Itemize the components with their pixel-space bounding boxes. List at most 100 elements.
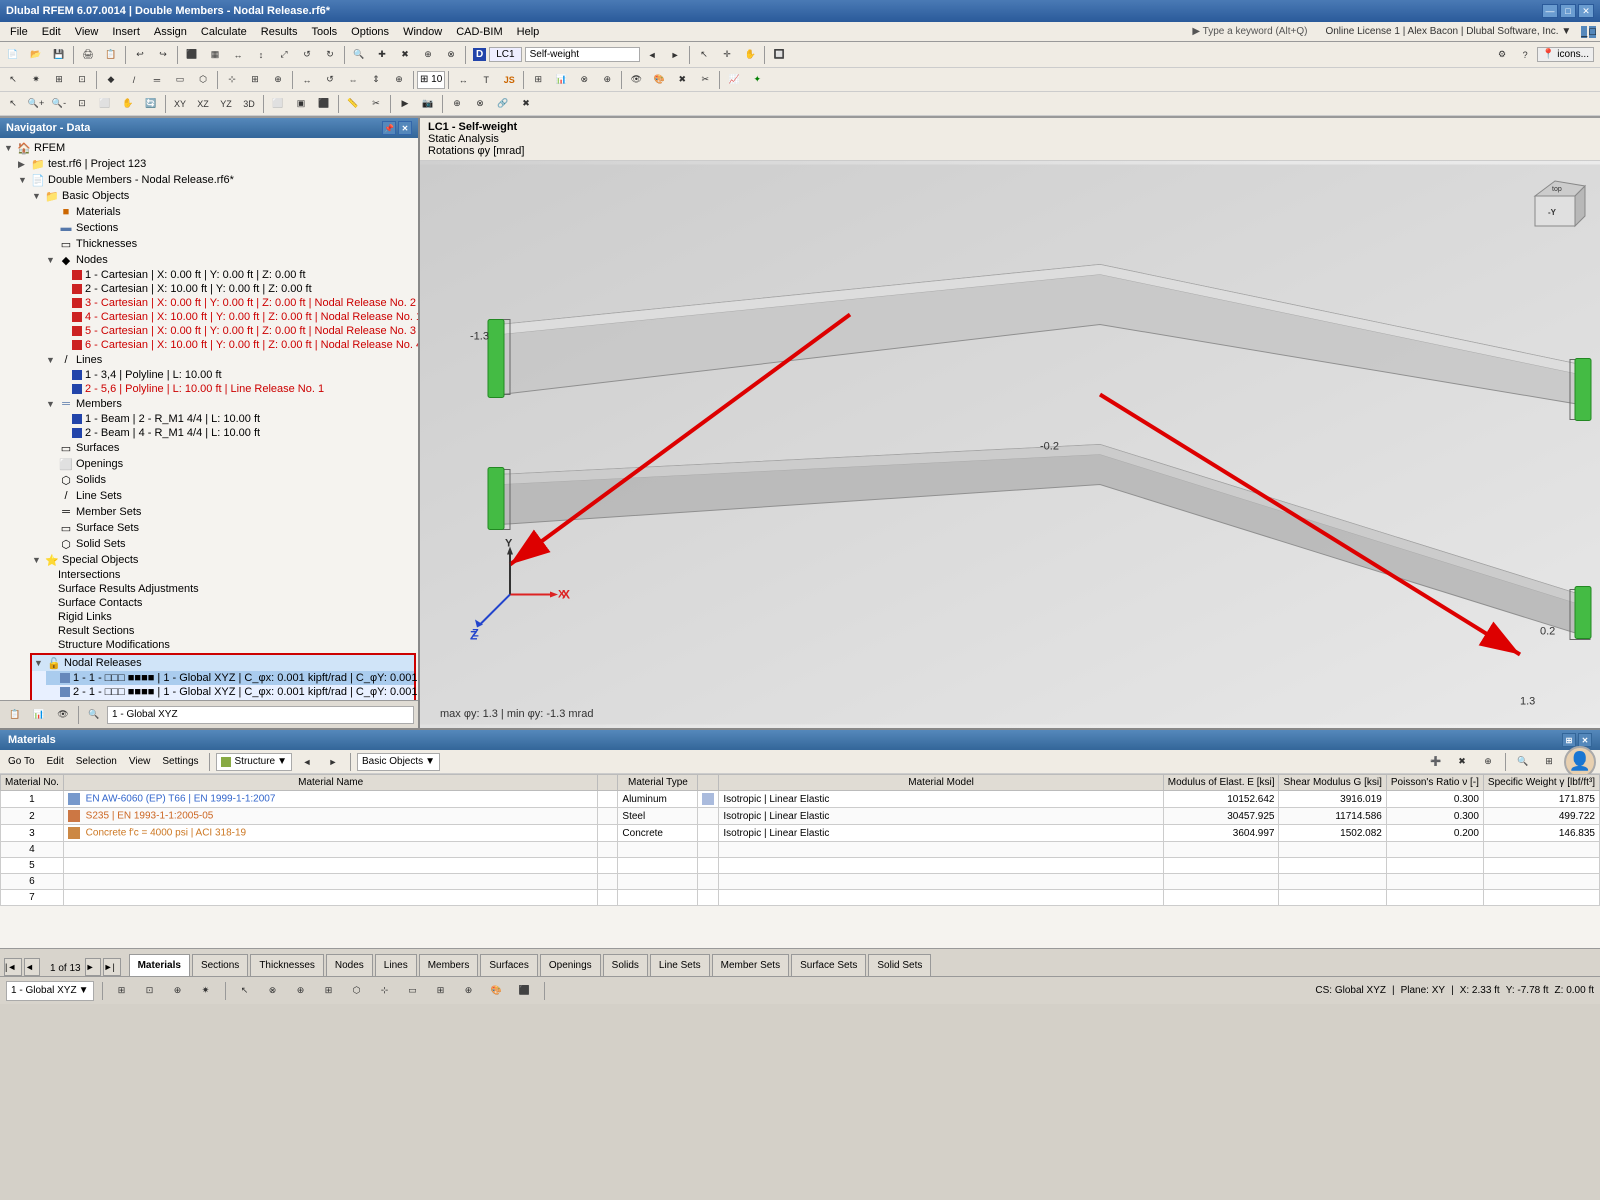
- nav-pin-button[interactable]: 📌: [382, 121, 396, 135]
- tb-btn5[interactable]: ⤢: [273, 44, 295, 66]
- tb3-screenshot[interactable]: 📷: [417, 93, 439, 115]
- tb3-paste-view[interactable]: ⊗: [469, 93, 491, 115]
- menu-insert[interactable]: Insert: [106, 24, 146, 40]
- tb2-line[interactable]: /: [123, 69, 145, 91]
- tb2-snap[interactable]: ⊕: [267, 69, 289, 91]
- tb-pan[interactable]: ✋: [739, 44, 761, 66]
- nav-data-btn[interactable]: 📋: [4, 704, 26, 726]
- menu-edit[interactable]: Edit: [36, 24, 67, 40]
- st-btn2[interactable]: ⊡: [139, 980, 161, 1002]
- tree-surf-contacts[interactable]: Surface Contacts: [44, 596, 416, 610]
- tree-node6[interactable]: 6 - Cartesian | X: 10.00 ft | Y: 0.00 ft…: [58, 338, 416, 352]
- tree-nodal-releases[interactable]: ▼ 🔓 Nodal Releases: [32, 655, 414, 671]
- tree-node3[interactable]: 3 - Cartesian | X: 0.00 ft | Y: 0.00 ft …: [58, 296, 416, 310]
- st-btn10[interactable]: ⊹: [374, 980, 396, 1002]
- tree-surf-results[interactable]: Surface Results Adjustments: [44, 582, 416, 596]
- tree-rigid-links[interactable]: Rigid Links: [44, 610, 416, 624]
- view-menu[interactable]: View: [125, 755, 155, 768]
- st-btn15[interactable]: ⬛: [514, 980, 536, 1002]
- tb3-animate[interactable]: ▶: [394, 93, 416, 115]
- tb-settings[interactable]: ⚙: [1491, 44, 1513, 66]
- tab-solid-sets[interactable]: Solid Sets: [868, 954, 931, 976]
- panel-float[interactable]: ⊞: [1562, 733, 1576, 747]
- bt-sort[interactable]: ⊞: [1538, 751, 1560, 773]
- tree-node2[interactable]: 2 - Cartesian | X: 10.00 ft | Y: 0.00 ft…: [58, 282, 416, 296]
- tab-line-sets[interactable]: Line Sets: [650, 954, 710, 976]
- tree-sections[interactable]: ▬ Sections: [44, 220, 416, 236]
- save-button[interactable]: 💾: [48, 44, 70, 66]
- tb3-zoom-all[interactable]: ⊡: [71, 93, 93, 115]
- nodes-toggle[interactable]: ▼: [46, 255, 58, 265]
- float-button[interactable]: _: [1581, 26, 1587, 38]
- bt-add[interactable]: ➕: [1425, 751, 1447, 773]
- structure-dropdown[interactable]: Structure ▼: [216, 753, 292, 771]
- tb3-render2[interactable]: ⬛: [313, 93, 335, 115]
- lc-prev[interactable]: ◄: [641, 44, 663, 66]
- tb-btn9[interactable]: ✚: [371, 44, 393, 66]
- menu-help[interactable]: Help: [511, 24, 546, 40]
- tb2-delete[interactable]: ✖: [671, 69, 693, 91]
- tree-thicknesses[interactable]: ▭ Thicknesses: [44, 236, 416, 252]
- tb2-btn1[interactable]: ↖: [2, 69, 24, 91]
- tb3-select[interactable]: ↖: [2, 93, 24, 115]
- tab-member-sets[interactable]: Member Sets: [712, 954, 789, 976]
- mem-toggle[interactable]: ▼: [46, 399, 58, 409]
- tree-nr1[interactable]: 1 - 1 - □□□ ■■■■ | 1 - Global XYZ | C_φx…: [46, 671, 414, 685]
- tree-nr2[interactable]: 2 - 1 - □□□ ■■■■ | 1 - Global XYZ | C_φx…: [46, 685, 414, 699]
- rfem-toggle[interactable]: ▼: [4, 143, 16, 153]
- tb3-pan[interactable]: ✋: [117, 93, 139, 115]
- view-canvas[interactable]: X Z -1.3 -0.2 0.2 1.3: [420, 161, 1600, 728]
- tb3-copy-view[interactable]: ⊕: [446, 93, 468, 115]
- tb3-link[interactable]: 🔗: [492, 93, 514, 115]
- tb2-rf-green[interactable]: ✦: [746, 69, 768, 91]
- tree-surface-sets[interactable]: ▭Surface Sets: [44, 520, 416, 536]
- tree-nodes[interactable]: ▼ ◆ Nodes: [44, 252, 416, 268]
- tb2-member[interactable]: ═: [146, 69, 168, 91]
- bt-prev[interactable]: ◄: [296, 751, 318, 773]
- tb2-mirror[interactable]: ⇔: [342, 69, 364, 91]
- table-row[interactable]: 2 S235 | EN 1993-1-1:2005-05 Steel Isotr…: [1, 808, 1600, 825]
- menu-results[interactable]: Results: [255, 24, 304, 40]
- tb-arrow[interactable]: ↖: [693, 44, 715, 66]
- close-button[interactable]: ✕: [1578, 4, 1594, 18]
- tb-help[interactable]: ?: [1514, 44, 1536, 66]
- tb3-zoom-out[interactable]: 🔍-: [48, 93, 70, 115]
- goto-menu[interactable]: Go To: [4, 755, 39, 768]
- bt-filter[interactable]: 🔍: [1512, 751, 1534, 773]
- tb3-unlink[interactable]: ✖: [515, 93, 537, 115]
- print2-button[interactable]: 📋: [100, 44, 122, 66]
- st-btn12[interactable]: ⊞: [430, 980, 452, 1002]
- tb2-copy[interactable]: ⊕: [388, 69, 410, 91]
- tb2-node[interactable]: ◆: [100, 69, 122, 91]
- tb-move[interactable]: ✛: [716, 44, 738, 66]
- tb-btn11[interactable]: ⊕: [417, 44, 439, 66]
- restore-button[interactable]: □: [1589, 26, 1596, 38]
- navigation-cube[interactable]: -Y top: [1520, 171, 1590, 241]
- tree-surfaces[interactable]: ▭Surfaces: [44, 440, 416, 456]
- tb-btn6[interactable]: ↺: [296, 44, 318, 66]
- tab-nodes[interactable]: Nodes: [326, 954, 373, 976]
- lc-name-selector[interactable]: Self-weight: [525, 47, 640, 62]
- st-btn8[interactable]: ⊞: [318, 980, 340, 1002]
- tb2-table[interactable]: ⊞: [527, 69, 549, 91]
- tab-materials[interactable]: Materials: [129, 954, 190, 976]
- global-xyz-selector[interactable]: 1 - Global XYZ ▼: [6, 981, 94, 1001]
- panel-close[interactable]: ✕: [1578, 733, 1592, 747]
- edit-menu[interactable]: Edit: [43, 755, 68, 768]
- navigator-content[interactable]: ▼ 🏠 RFEM ▶ 📁 test.rf6 | Project 123 ▼ 📄 …: [0, 138, 418, 700]
- nr-toggle[interactable]: ▼: [34, 658, 46, 668]
- tree-line2[interactable]: 2 - 5,6 | Polyline | L: 10.00 ft | Line …: [58, 382, 416, 396]
- tree-special-objects[interactable]: ▼ ⭐ Special Objects: [30, 552, 416, 568]
- nav-close-button[interactable]: ✕: [398, 121, 412, 135]
- menu-file[interactable]: File: [4, 24, 34, 40]
- st-btn5[interactable]: ↖: [234, 980, 256, 1002]
- tb3-view-yz[interactable]: YZ: [215, 93, 237, 115]
- tree-member-sets[interactable]: ═Member Sets: [44, 504, 416, 520]
- basic-objects-dropdown[interactable]: Basic Objects ▼: [357, 753, 440, 771]
- bt-next[interactable]: ►: [322, 751, 344, 773]
- tb3-zoom-in[interactable]: 🔍+: [25, 93, 47, 115]
- st-btn1[interactable]: ⊞: [111, 980, 133, 1002]
- tb3-view-xy[interactable]: XY: [169, 93, 191, 115]
- tab-sections[interactable]: Sections: [192, 954, 248, 976]
- st-btn3[interactable]: ⊕: [167, 980, 189, 1002]
